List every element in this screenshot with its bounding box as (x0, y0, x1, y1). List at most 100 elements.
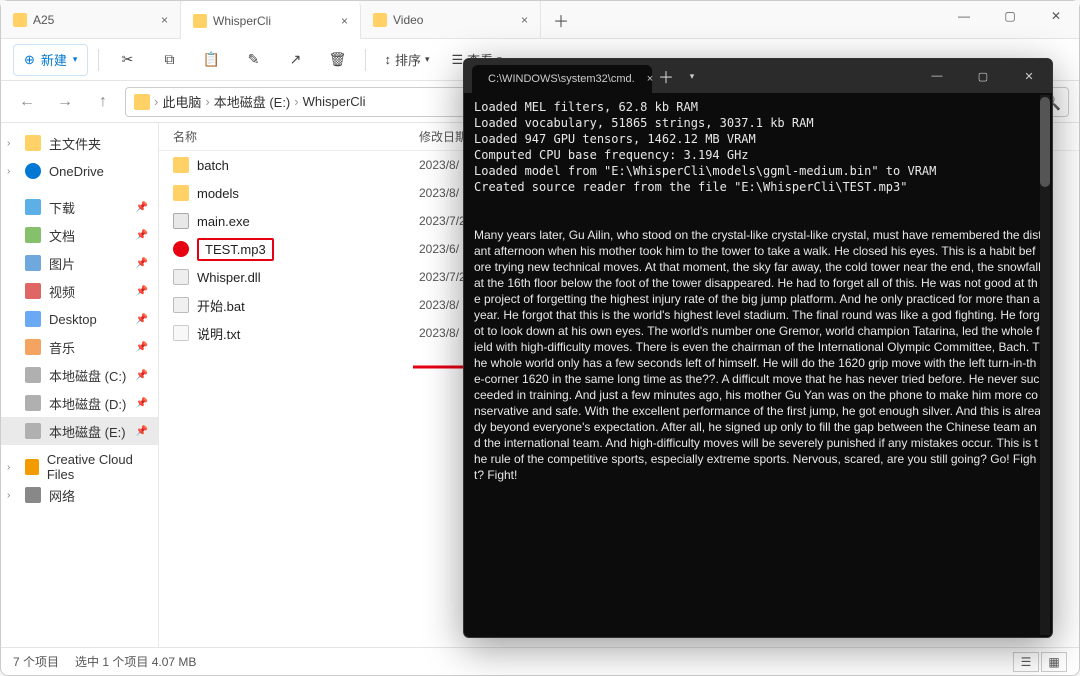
copy-button[interactable]: ⧉ (151, 44, 187, 76)
col-name[interactable]: 名称 (173, 128, 419, 145)
terminal-maximize[interactable]: ▢ (960, 59, 1006, 93)
maximize-button[interactable]: ▢ (987, 1, 1033, 31)
pic-icon (25, 255, 41, 271)
sidebar-label: 图片 (49, 254, 75, 273)
tab-a25[interactable]: A25 × (1, 1, 181, 39)
pin-icon: 📌 (136, 342, 148, 353)
doc-icon (25, 227, 41, 243)
close-icon[interactable]: × (521, 13, 528, 27)
sidebar-label: Desktop (49, 312, 97, 327)
folder-icon (13, 13, 27, 27)
tab-whispercli[interactable]: WhisperCli × (181, 1, 361, 39)
forward-button[interactable]: → (49, 86, 81, 118)
dll-icon (173, 269, 189, 285)
close-icon[interactable]: × (161, 13, 168, 27)
sidebar-item-Desktop[interactable]: Desktop 📌 (1, 305, 158, 333)
sort-label: 排序 (395, 50, 421, 69)
exe-icon (173, 213, 189, 229)
terminal-dropdown[interactable]: ▾ (680, 71, 704, 82)
disk-icon (25, 423, 41, 439)
tab-label: A25 (33, 13, 54, 27)
pin-icon: 📌 (136, 286, 148, 297)
pin-icon: 📌 (136, 314, 148, 325)
disk-icon (25, 395, 41, 411)
pin-icon: 📌 (136, 370, 148, 381)
terminal-tab[interactable]: C:\WINDOWS\system32\cmd. × (472, 65, 652, 93)
sidebar-label: 本地磁盘 (D:) (49, 394, 126, 413)
clipboard-icon: 📋 (203, 51, 220, 68)
new-tab-button[interactable]: ＋ (541, 1, 581, 38)
up-button[interactable]: ↑ (87, 86, 119, 118)
terminal-scroll-thumb[interactable] (1040, 97, 1050, 187)
file-name: TEST.mp3 (197, 238, 274, 261)
sidebar-label: 本地磁盘 (C:) (49, 366, 126, 385)
sidebar-label: 下载 (49, 198, 75, 217)
back-button[interactable]: ← (11, 86, 43, 118)
file-name: main.exe (197, 214, 250, 229)
view-icon: ☰ (452, 52, 464, 68)
close-button[interactable]: ✕ (1033, 1, 1079, 31)
music-icon (25, 339, 41, 355)
share-icon: ↗ (290, 51, 302, 68)
pin-icon: 📌 (136, 230, 148, 241)
file-name: models (197, 186, 239, 201)
grid-view-button[interactable]: ▦ (1041, 652, 1067, 672)
share-button[interactable]: ↗ (277, 44, 313, 76)
rename-icon: ✎ (248, 51, 260, 68)
details-view-button[interactable]: ☰ (1013, 652, 1039, 672)
chevron-right-icon: › (7, 490, 10, 501)
terminal-titlebar: C:\WINDOWS\system32\cmd. × ＋ ▾ — ▢ ✕ (464, 59, 1052, 93)
terminal-window: C:\WINDOWS\system32\cmd. × ＋ ▾ — ▢ ✕ Loa… (463, 58, 1053, 638)
paste-button[interactable]: 📋 (193, 44, 229, 76)
tab-video[interactable]: Video × (361, 1, 541, 39)
sidebar-item-主文件夹[interactable]: ›主文件夹 (1, 129, 158, 157)
window-tabs: A25 × WhisperCli × Video × ＋ (1, 1, 581, 38)
terminal-output[interactable]: Loaded MEL filters, 62.8 kb RAM Loaded v… (464, 93, 1052, 637)
sidebar-item-图片[interactable]: 图片📌 (1, 249, 158, 277)
pin-icon: 📌 (136, 202, 148, 213)
sidebar-item-文档[interactable]: 文档 📌 (1, 221, 158, 249)
chevron-right-icon: › (154, 94, 158, 109)
delete-button[interactable]: 🗑 (319, 44, 355, 76)
new-button[interactable]: ⊕新建▾ (13, 44, 88, 76)
close-icon[interactable]: × (341, 14, 348, 28)
sidebar-item-音乐[interactable]: 音乐 📌 (1, 333, 158, 361)
pin-icon: 📌 (136, 398, 148, 409)
chevron-right-icon: › (7, 462, 10, 473)
chevron-down-icon: ▾ (425, 54, 430, 65)
sidebar-item-本地磁盘 (E:)[interactable]: 本地磁盘 (E:)📌 (1, 417, 158, 445)
sidebar-item-网络[interactable]: ›网络 (1, 481, 158, 509)
sidebar-item-Creative Cloud Files[interactable]: › Creative Cloud Files (1, 453, 158, 481)
terminal-title: C:\WINDOWS\system32\cmd. (488, 73, 635, 85)
sidebar-item-OneDrive[interactable]: › OneDrive (1, 157, 158, 185)
terminal-minimize[interactable]: — (914, 59, 960, 93)
folder-icon (173, 157, 189, 173)
breadcrumb-part[interactable]: 此电脑 (162, 92, 201, 111)
breadcrumb-part[interactable]: WhisperCli (303, 94, 366, 109)
rename-button[interactable]: ✎ (235, 44, 271, 76)
chevron-right-icon: › (7, 166, 10, 177)
sidebar-label: OneDrive (49, 164, 104, 179)
sidebar-label: 音乐 (49, 338, 75, 357)
sidebar: ›主文件夹›OneDrive下载📌文档📌图片📌视频📌Desktop📌音乐📌本地磁… (1, 123, 159, 647)
minimize-button[interactable]: — (941, 1, 987, 31)
drive-icon (134, 94, 150, 110)
chevron-right-icon: › (294, 94, 298, 109)
tab-label: WhisperCli (213, 14, 271, 28)
sort-button[interactable]: ↕排序▾ (376, 50, 437, 69)
cut-button[interactable]: ✂ (109, 44, 145, 76)
tab-label: Video (393, 13, 423, 27)
terminal-close[interactable]: ✕ (1006, 59, 1052, 93)
sidebar-item-本地磁盘 (C:)[interactable]: 本地磁盘 (C:) 📌 (1, 361, 158, 389)
folder-icon (373, 13, 387, 27)
breadcrumb-part[interactable]: 本地磁盘 (E:) (214, 92, 291, 111)
file-name: batch (197, 158, 229, 173)
sidebar-item-下载[interactable]: 下载 📌 (1, 193, 158, 221)
sidebar-label: Creative Cloud Files (47, 452, 148, 482)
chevron-right-icon: › (205, 94, 209, 109)
sidebar-label: 文档 (49, 226, 75, 245)
folder-icon (173, 185, 189, 201)
sidebar-item-本地磁盘 (D:)[interactable]: 本地磁盘 (D:) 📌 (1, 389, 158, 417)
sidebar-item-视频[interactable]: 视频📌 (1, 277, 158, 305)
terminal-newtab[interactable]: ＋ (652, 64, 680, 88)
